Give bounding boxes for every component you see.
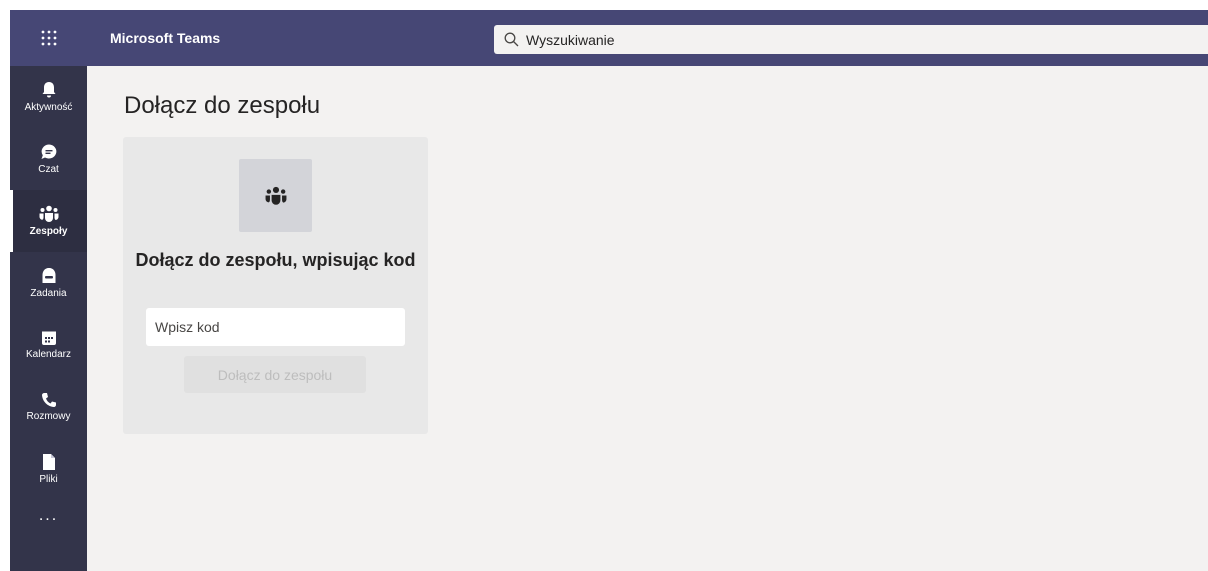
file-icon (42, 454, 55, 470)
app-bar: Aktywność Czat Zespoły Zadania Kalendarz… (10, 66, 87, 571)
rail-item-label: Czat (38, 164, 59, 175)
search-icon (504, 32, 519, 47)
rail-item-teams[interactable]: Zespoły (10, 190, 87, 252)
search-input[interactable]: Wyszukiwanie (494, 25, 1208, 54)
join-by-code-card: Dołącz do zespołu, wpisując kod Dołącz d… (123, 137, 428, 434)
teams-icon (265, 186, 286, 205)
rail-item-label: Aktywność (24, 102, 73, 113)
search-placeholder: Wyszukiwanie (526, 31, 615, 48)
bell-icon (42, 82, 55, 98)
rail-item-label: Zadania (30, 288, 67, 299)
card-heading: Dołącz do zespołu, wpisując kod (135, 250, 416, 270)
team-code-input[interactable] (146, 308, 405, 346)
rail-item-files[interactable]: Pliki (10, 438, 87, 500)
phone-icon (41, 393, 56, 407)
chat-icon (41, 144, 56, 159)
join-team-button[interactable]: Dołącz do zespołu (184, 356, 366, 393)
team-tile (239, 159, 312, 232)
rail-item-label: Kalendarz (25, 349, 72, 360)
rail-item-activity[interactable]: Aktywność (10, 66, 87, 128)
top-bar: Microsoft Teams Wyszukiwanie (10, 10, 1208, 66)
rail-item-label: Pliki (39, 474, 58, 485)
rail-item-chat[interactable]: Czat (10, 128, 87, 190)
app-launcher-button[interactable] (10, 10, 87, 66)
app-title: Microsoft Teams (110, 30, 221, 46)
rail-item-label: Rozmowy (26, 411, 71, 422)
more-apps-button[interactable]: ... (10, 498, 87, 534)
rail-item-calls[interactable]: Rozmowy (10, 376, 87, 438)
main-content: Dołącz do zespołu Dołącz do zespołu, wpi… (87, 66, 1208, 571)
assignments-icon (42, 268, 55, 283)
rail-item-calendar[interactable]: Kalendarz (10, 314, 87, 376)
waffle-icon (41, 30, 56, 46)
teams-icon (39, 205, 58, 222)
rail-item-assignments[interactable]: Zadania (10, 252, 87, 314)
calendar-icon (41, 331, 56, 345)
rail-item-label: Zespoły (29, 226, 68, 237)
page-title: Dołącz do zespołu (124, 92, 321, 119)
